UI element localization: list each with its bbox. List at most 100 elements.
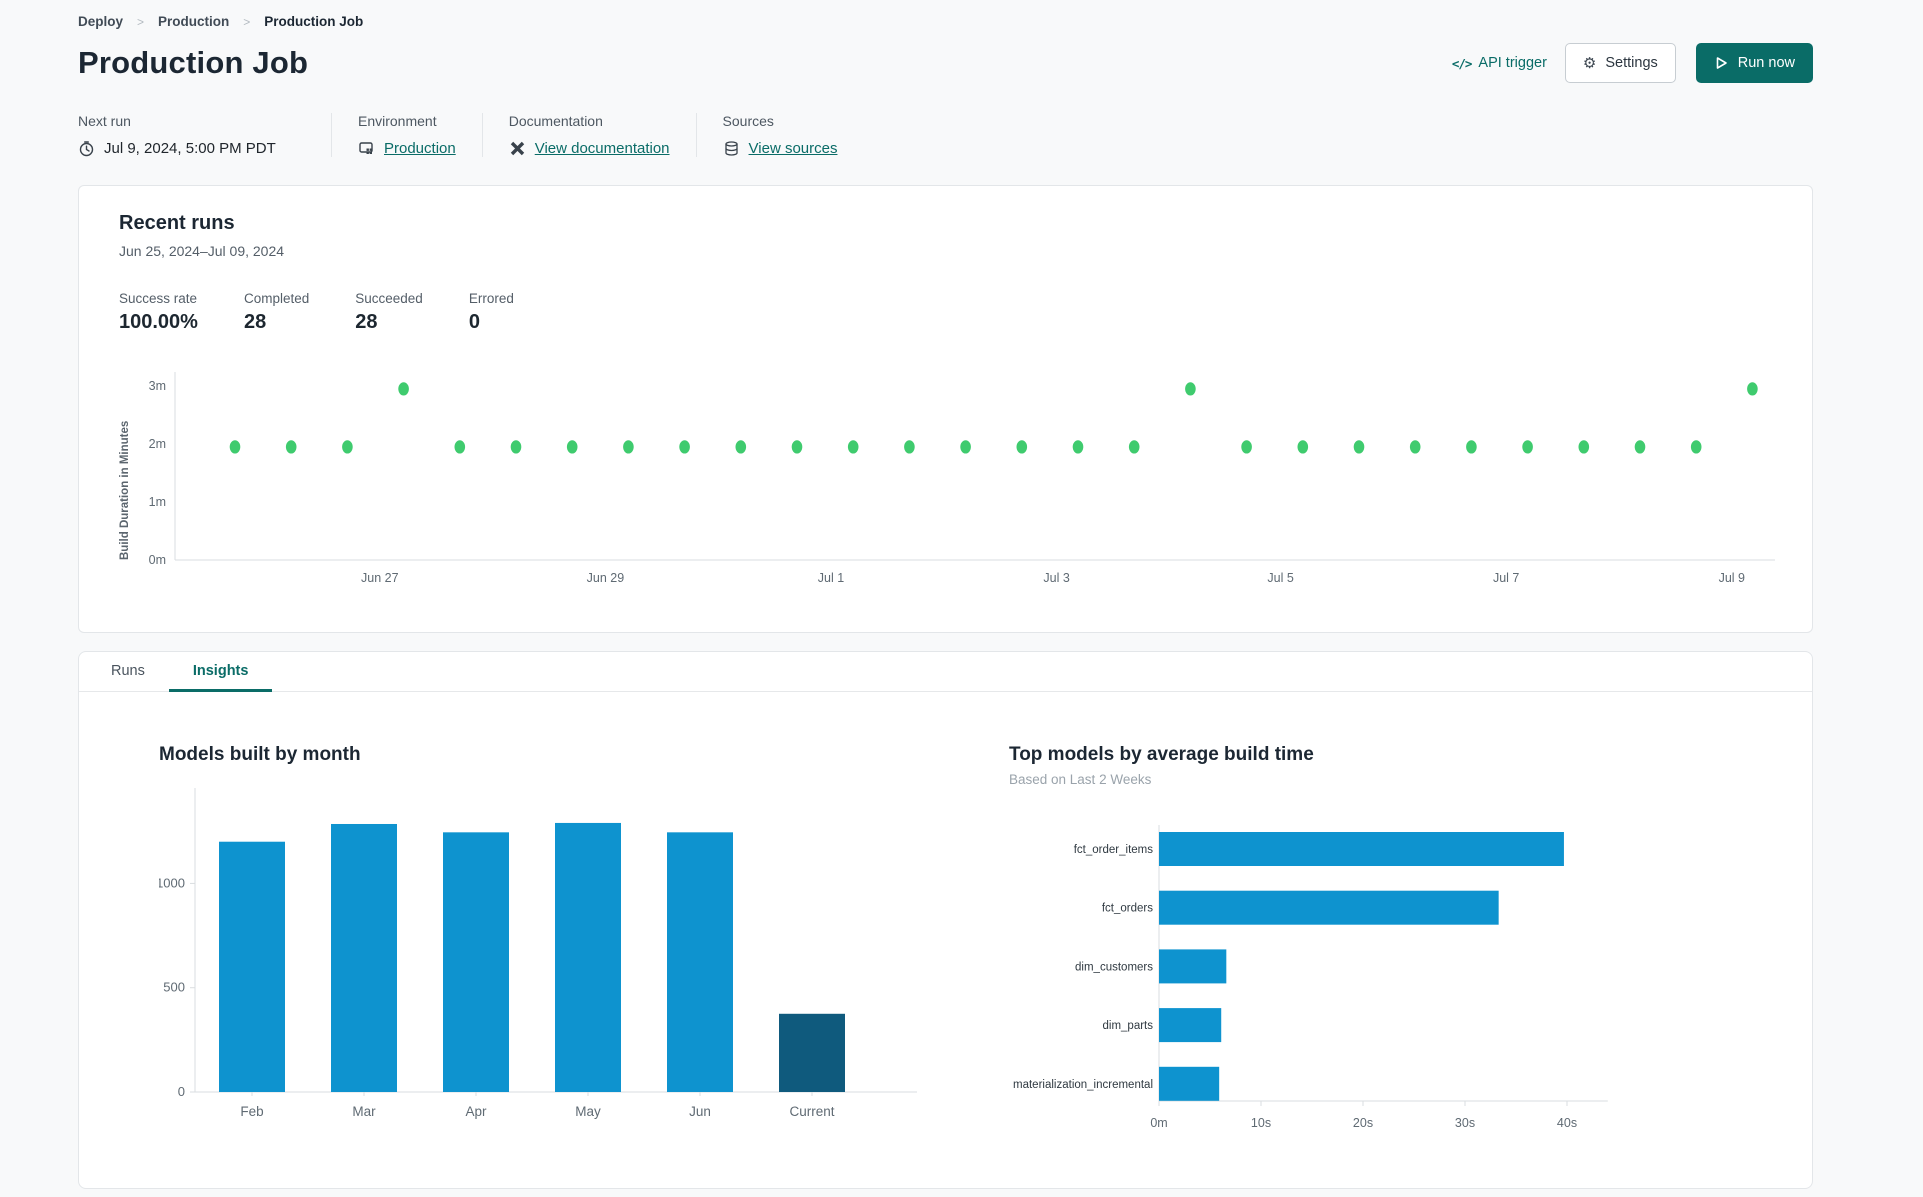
insights-panel: Models built by month 0 500 1000 Feb Mar Apr M… — [79, 692, 1812, 1155]
meta-sources: Sources View sources — [723, 113, 864, 157]
play-icon — [1716, 57, 1727, 69]
dbt-docs-icon — [510, 141, 524, 156]
breadcrumb-separator-icon: > — [243, 14, 251, 29]
recent-runs-card: Recent runs Jun 25, 2024–Jul 09, 2024 Su… — [78, 185, 1813, 633]
svg-text:40s: 40s — [1557, 1116, 1577, 1130]
run-now-label: Run now — [1737, 55, 1795, 71]
meta-documentation: Documentation View documentation — [509, 113, 697, 157]
models-built-chart: Models built by month 0 500 1000 Feb Mar Apr M… — [156, 744, 1009, 1155]
stat-value: 0 — [468, 311, 480, 333]
tab-insights[interactable]: Insights — [168, 652, 273, 692]
job-meta-row: Next run Jul 9, 2024, 5:00 PM PDT Enviro… — [78, 113, 1813, 157]
models-built-svg: 0 500 1000 Feb Mar Apr May Jun Current — [156, 788, 917, 1119]
page-title: Production Job — [78, 45, 309, 80]
production-job-page: Deploy > Production > Production Job Pro… — [0, 0, 1813, 1189]
environment-icon — [359, 142, 373, 154]
svg-text:materialization_incremental: materialization_incremental — [1013, 1079, 1153, 1091]
models-built-title: Models built by month — [159, 744, 361, 765]
svg-text:Jul 5: Jul 5 — [1267, 571, 1293, 585]
settings-button[interactable]: ⚙ Settings — [1564, 43, 1676, 83]
stat-value: 28 — [355, 311, 378, 333]
svg-text:fct_order_items: fct_order_items — [1074, 844, 1154, 856]
job-detail-tabs-card: Runs Insights Models built by month 0 500… — [78, 651, 1813, 1189]
stat-label: Succeeded — [355, 291, 423, 306]
clock-icon — [79, 141, 94, 157]
svg-text:Jun 29: Jun 29 — [587, 571, 625, 585]
svg-text:0m: 0m — [149, 553, 166, 567]
models-built-plot[interactable]: 0 500 1000 Feb Mar Apr May Jun Current — [156, 772, 1009, 1139]
svg-text:1000: 1000 — [159, 875, 185, 890]
view-documentation-link[interactable]: View documentation — [535, 140, 670, 157]
next-run-value: Jul 9, 2024, 5:00 PM PDT — [104, 140, 276, 157]
run-now-button[interactable]: Run now — [1695, 43, 1813, 83]
svg-text:Jul 3: Jul 3 — [1043, 571, 1069, 585]
meta-label: Sources — [722, 113, 774, 129]
breadcrumb-separator-icon: > — [137, 14, 145, 29]
svg-text:500: 500 — [163, 980, 185, 995]
stat-label: Success rate — [119, 291, 198, 306]
gear-icon: ⚙ — [1582, 54, 1597, 72]
database-icon — [724, 141, 738, 156]
breadcrumb-production[interactable]: Production — [158, 14, 229, 29]
stat-label: Completed — [243, 291, 310, 306]
meta-label: Next run — [78, 113, 131, 129]
svg-text:Feb: Feb — [240, 1104, 263, 1119]
svg-text:Mar: Mar — [352, 1104, 376, 1119]
svg-text:Apr: Apr — [465, 1104, 487, 1119]
environment-link[interactable]: Production — [384, 140, 456, 157]
svg-text:3m: 3m — [149, 379, 166, 393]
build-duration-axis-label: Build Duration in Minutes — [119, 420, 131, 561]
svg-text:Jul 7: Jul 7 — [1493, 571, 1519, 585]
build-time-subtitle: Based on Last 2 Weeks — [1009, 772, 1152, 787]
svg-text:20s: 20s — [1353, 1116, 1373, 1130]
stat-value: 28 — [243, 311, 267, 333]
recent-runs-title: Recent runs — [119, 212, 235, 234]
build-duration-svg: 0m 1m 2m 3m Jun 27 Jun 29 Jul 1 Jul 3 Jul 5 Jul 7… — [149, 372, 1775, 585]
api-trigger-label: API trigger — [1478, 55, 1547, 71]
tab-runs[interactable]: Runs — [87, 652, 169, 692]
build-time-chart: Top models by average build time Based o… — [1009, 744, 1659, 1155]
svg-text:Jul 1: Jul 1 — [818, 571, 844, 585]
header-actions: </> API trigger ⚙ Settings Run now — [1452, 43, 1813, 83]
stat-label: Errored — [468, 291, 514, 306]
svg-text:2m: 2m — [149, 437, 166, 451]
stat-errored: Errored 0 — [469, 291, 514, 334]
svg-text:10s: 10s — [1251, 1116, 1271, 1130]
breadcrumb-deploy[interactable]: Deploy — [78, 14, 123, 29]
stat-value: 100.00% — [119, 311, 198, 333]
breadcrumb: Deploy > Production > Production Job — [78, 14, 1813, 29]
stat-completed: Completed 28 — [244, 291, 309, 334]
stat-success-rate: Success rate 100.00% — [119, 291, 198, 334]
view-sources-link[interactable]: View sources — [749, 140, 838, 157]
meta-environment: Environment Production — [358, 113, 483, 157]
svg-text:dim_customers: dim_customers — [1075, 961, 1153, 973]
page-header: Production Job </> API trigger ⚙ Setting… — [78, 43, 1813, 83]
svg-text:0: 0 — [178, 1084, 185, 1099]
build-time-plot[interactable]: fct_order_items fct_orders dim_customersdi… — [1009, 815, 1659, 1155]
stat-succeeded: Succeeded 28 — [355, 291, 423, 334]
meta-next-run: Next run Jul 9, 2024, 5:00 PM PDT — [78, 113, 332, 157]
svg-text:Jun 27: Jun 27 — [361, 571, 399, 585]
recent-runs-date-range: Jun 25, 2024–Jul 09, 2024 — [119, 243, 285, 259]
build-time-svg: fct_order_items fct_orders dim_customersdi… — [1013, 825, 1608, 1130]
recent-runs-stats: Success rate 100.00% Completed 28 Succee… — [119, 291, 1772, 334]
svg-text:0m: 0m — [1150, 1116, 1167, 1130]
svg-text:dim_parts: dim_parts — [1103, 1020, 1154, 1032]
svg-text:Current: Current — [789, 1104, 834, 1119]
breadcrumb-current: Production Job — [264, 14, 364, 29]
build-duration-plot[interactable]: 0m 1m 2m 3m Jun 27 Jun 29 Jul 1 Jul 3 Jul 5 Jul 7… — [131, 354, 1781, 599]
svg-text:Jun: Jun — [689, 1104, 711, 1119]
meta-label: Documentation — [508, 113, 603, 129]
build-duration-chart[interactable]: Build Duration in Minutes 0m 1m 2m 3m Jun 27… — [119, 354, 1775, 599]
svg-text:fct_orders: fct_orders — [1102, 903, 1153, 915]
build-time-title: Top models by average build time — [1009, 744, 1314, 765]
api-trigger-link[interactable]: </> API trigger — [1452, 55, 1547, 71]
settings-label: Settings — [1605, 55, 1658, 71]
svg-text:1m: 1m — [149, 495, 166, 509]
tab-bar: Runs Insights — [79, 652, 1812, 692]
svg-text:Jul 9: Jul 9 — [1719, 571, 1745, 585]
code-icon: </> — [1451, 55, 1473, 71]
meta-label: Environment — [358, 113, 437, 129]
svg-text:May: May — [575, 1104, 601, 1119]
svg-text:30s: 30s — [1455, 1116, 1475, 1130]
